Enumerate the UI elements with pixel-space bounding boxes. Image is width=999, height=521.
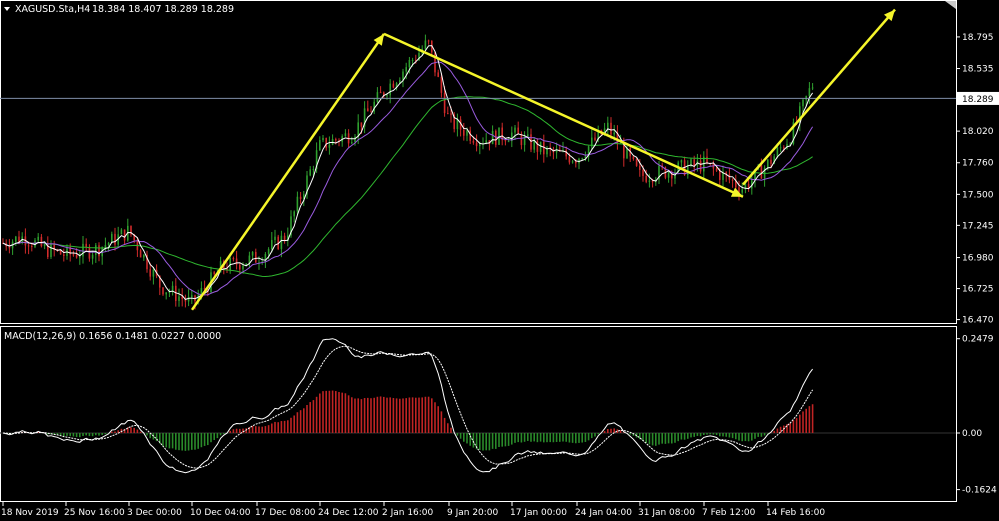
price-tick-label: 18.795 [962, 33, 994, 43]
date-tick-label: 25 Nov 16:00 [64, 508, 125, 518]
date-tick-label: 10 Dec 04:00 [190, 508, 251, 518]
trading-chart: XAGUSD.Sta,H4 18.384 18.407 18.289 18.28… [0, 0, 999, 521]
date-tick-label: 9 Jan 20:00 [447, 508, 499, 518]
date-tick-label: 18 Nov 2019 [1, 508, 59, 518]
current-price-box: 18.289 [957, 91, 999, 105]
price-tick-label: 16.470 [962, 316, 994, 326]
date-tick-label: 17 Dec 08:00 [255, 508, 316, 518]
symbol-label: XAGUSD.Sta,H4 [15, 4, 90, 15]
price-tick-label: 16.725 [962, 285, 994, 295]
date-tick-label: 24 Jan 04:00 [575, 508, 632, 518]
macd-tick-label: 0.2479 [962, 335, 994, 345]
price-tick-label: 18.020 [962, 127, 994, 137]
price-tick-label: 17.245 [962, 221, 994, 231]
macd-label: MACD(12,26,9) 0.1656 0.1481 0.0227 0.000… [4, 331, 221, 342]
price-tick-label: 18.535 [962, 65, 994, 75]
date-tick-label: 14 Feb 16:00 [766, 508, 825, 518]
ohlc-label: 18.384 18.407 18.289 18.289 [92, 4, 234, 15]
date-tick-label: 31 Jan 08:00 [638, 508, 695, 518]
current-price-label: 18.289 [962, 95, 994, 105]
macd-tick-label: 0.00 [962, 429, 982, 439]
date-tick-label: 17 Jan 00:00 [510, 508, 567, 518]
date-tick-label: 2 Jan 16:00 [382, 508, 434, 518]
date-tick-label: 3 Dec 00:00 [127, 508, 182, 518]
candle [495, 129, 497, 148]
price-tick-label: 17.760 [962, 159, 994, 169]
price-tick-label: 16.980 [962, 254, 994, 264]
macd-tick-label: -0.1624 [962, 486, 997, 496]
date-tick-label: 24 Dec 12:00 [318, 508, 379, 518]
price-tick-label: 17.500 [962, 190, 994, 200]
date-tick-label: 7 Feb 12:00 [702, 508, 756, 518]
